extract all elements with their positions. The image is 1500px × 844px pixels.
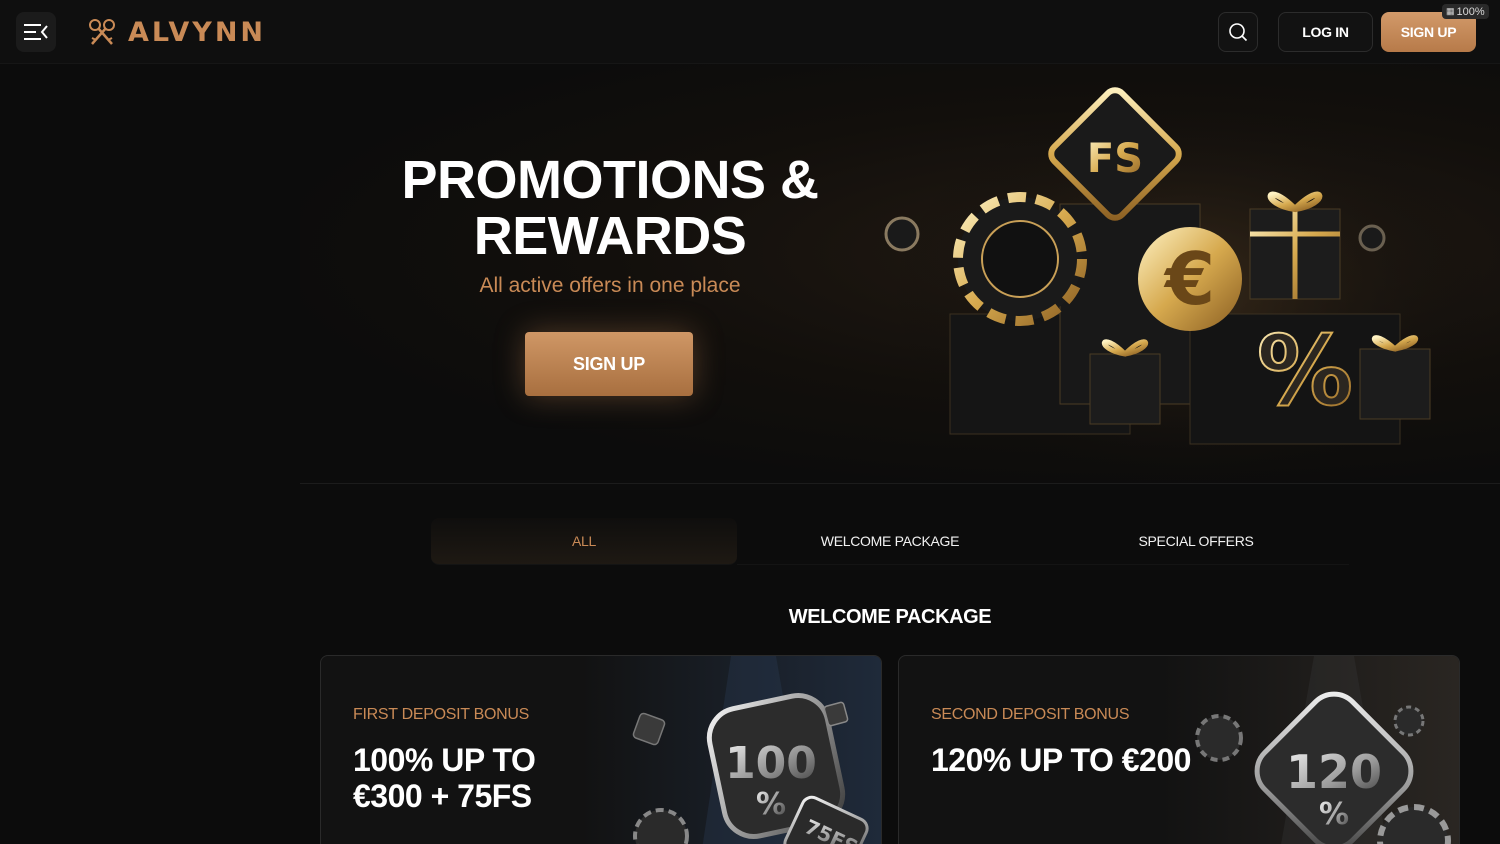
hero-banner: FS € % PROMOTIONS & REWARDS All active o… [300,64,1500,484]
promo-filter-tabs: ALL WELCOME PACKAGE SPECIAL OFFERS [431,518,1349,565]
card-label: SECOND DEPOSIT BONUS [931,706,1130,723]
tab-all[interactable]: ALL [431,518,737,565]
zoom-indicator: ▦ 100% [1442,4,1489,19]
fs-badge-text: FS [1087,136,1143,182]
card-title: 120% UP TO €200 [931,742,1191,778]
zoom-icon: ▦ [1446,6,1455,16]
promo-art-illustration: FS € % [884,87,1490,483]
hero-subtitle: All active offers in one place [479,274,741,297]
sidebar-toggle-button[interactable] [16,12,56,52]
percent-sign-text: % [1257,315,1353,427]
login-button[interactable]: LOG IN [1278,12,1373,52]
promo-card-second-deposit[interactable]: 120 % SECOND DEPOSIT BONUS 120% UP TO €2… [898,655,1460,844]
hero-signup-button[interactable]: SIGN UP [525,332,693,396]
logo-text: ALVYNN [128,16,267,48]
card-title: 100% UP TO €300 + 75FS [353,742,536,814]
top-header: ALVYNN LOG IN SIGN UP ▦ 100% [0,0,1500,64]
search-button[interactable] [1218,12,1258,52]
card-art-number: 120 [1286,745,1382,799]
tab-special-offers[interactable]: SPECIAL OFFERS [1043,518,1349,565]
card-label: FIRST DEPOSIT BONUS [353,706,529,723]
tab-welcome-package[interactable]: WELCOME PACKAGE [737,518,1043,565]
card-art-percent: % [1319,797,1349,832]
brand-logo[interactable]: ALVYNN [86,14,266,50]
search-icon [1229,23,1248,42]
card-art-100-percent: 100 % 75FS [581,656,881,844]
menu-collapse-icon [24,24,48,40]
logo-keys-icon [89,19,115,45]
zoom-value: 100% [1456,5,1485,18]
euro-coin-text: € [1163,237,1215,321]
promo-card-first-deposit[interactable]: 100 % 75FS FIRST DEPOSIT BONUS 100% UP T… [320,655,882,844]
hero-title-line-1: PROMOTIONS & [401,150,819,210]
section-title: WELCOME PACKAGE [788,606,992,628]
card-art-number: 100 [725,738,817,789]
hero-title-line-2: REWARDS [473,206,747,266]
hero-title: PROMOTIONS & REWARDS [400,152,820,264]
card-art-percent: % [756,787,786,822]
